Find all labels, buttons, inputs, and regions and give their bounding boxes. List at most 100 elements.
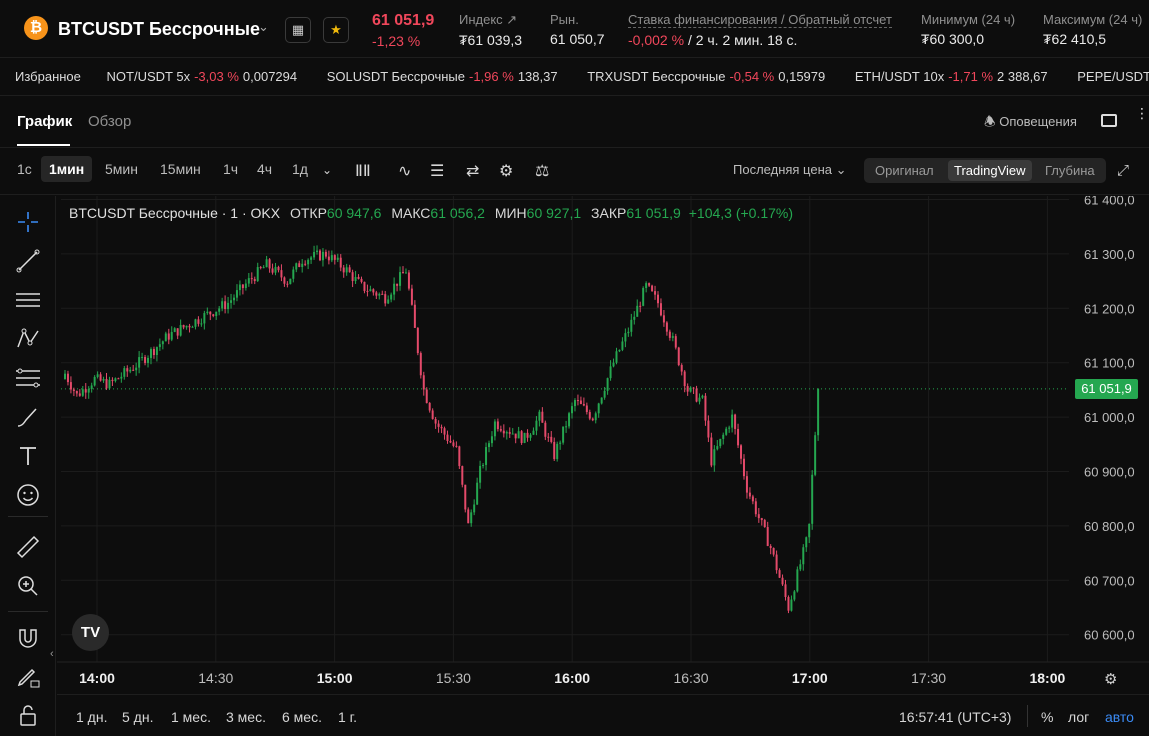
candle-body: [517, 431, 520, 439]
candle-body: [283, 277, 286, 284]
trendline-icon[interactable]: [14, 247, 42, 275]
indicators-icon[interactable]: ∿: [398, 161, 411, 181]
candle-body: [90, 385, 93, 389]
view-tradingview[interactable]: TradingView: [948, 160, 1032, 181]
index-stat: Индекс ↗ ₮61 039,3: [459, 12, 522, 48]
timeframe-1m[interactable]: 1мин: [41, 156, 93, 182]
candle-body: [404, 272, 407, 274]
pencil-lock-icon[interactable]: [14, 663, 42, 691]
ruler-icon[interactable]: [14, 533, 42, 561]
candle-body: [710, 437, 713, 466]
candle-body: [719, 438, 722, 447]
fib-icon[interactable]: [14, 364, 42, 392]
timeframe-5m[interactable]: 5мин: [105, 161, 138, 177]
chevron-down-icon[interactable]: ⌄: [322, 163, 332, 177]
crosshair-icon[interactable]: [14, 208, 42, 236]
candle-body: [407, 272, 410, 289]
more-icon[interactable]: ⋮: [1135, 106, 1149, 120]
chart-area[interactable]: 61 400,0 61 300,0 61 200,0 61 100,0 61 000,0…: [57, 196, 1149, 736]
auto-toggle[interactable]: авто: [1105, 709, 1134, 725]
candle-body: [369, 289, 372, 292]
settings-icon[interactable]: ⚙: [1104, 670, 1117, 688]
candle-body: [808, 523, 811, 538]
candle-body: [182, 325, 185, 328]
book-icon[interactable]: ▦: [285, 17, 311, 43]
candle-body: [114, 378, 117, 382]
zoom-in-icon[interactable]: [14, 572, 42, 600]
candle-body: [490, 436, 493, 444]
candle-body: [600, 397, 603, 404]
ticker-item[interactable]: TRXUSDT Бессрочные -0,54 % 0,15979: [587, 69, 829, 84]
favorites-label[interactable]: Избранное: [15, 69, 81, 84]
candle-body: [212, 314, 215, 317]
star-icon[interactable]: ★: [323, 17, 349, 43]
candle-body: [482, 464, 485, 466]
range-3m[interactable]: 3 мес.: [226, 709, 266, 725]
external-link-icon[interactable]: ↗: [506, 12, 517, 27]
range-1m[interactable]: 1 мес.: [171, 709, 211, 725]
text-icon[interactable]: [14, 442, 42, 470]
candle-body: [654, 291, 657, 295]
candle-body: [704, 395, 707, 421]
view-original[interactable]: Оригинал: [875, 163, 934, 178]
alerts-button[interactable]: 🕭 Оповещения: [984, 113, 1077, 135]
template-icon[interactable]: ⇄: [466, 161, 479, 181]
candle-body: [588, 412, 591, 419]
tradingview-logo[interactable]: TV: [72, 614, 109, 651]
log-toggle[interactable]: лог: [1068, 709, 1089, 725]
timeframe-4h[interactable]: 4ч: [257, 161, 272, 177]
brush-icon[interactable]: [14, 403, 42, 431]
market-label: Рын.: [550, 12, 579, 27]
candle-body: [665, 322, 668, 332]
candle-body: [357, 276, 360, 279]
candle-body: [627, 331, 630, 334]
scales-icon[interactable]: ⚖: [535, 161, 549, 181]
gear-icon[interactable]: ⚙: [499, 161, 513, 181]
candle-body: [185, 325, 188, 328]
range-6m[interactable]: 6 мес.: [282, 709, 322, 725]
ticker-item[interactable]: NOT/USDT 5x -3,03 % 0,007294: [107, 69, 302, 84]
horizontal-lines-icon[interactable]: [14, 286, 42, 314]
candle-body: [372, 289, 375, 293]
ticker-item[interactable]: SOLUSDT Бессрочные -1,96 % 138,37: [327, 69, 562, 84]
magnet-icon[interactable]: [14, 624, 42, 652]
range-1d[interactable]: 1 дн.: [76, 709, 107, 725]
timeframe-1h[interactable]: 1ч: [223, 161, 238, 177]
chevron-down-icon[interactable]: ⌄: [258, 19, 269, 35]
layout-icon[interactable]: ☰: [430, 161, 444, 181]
collapse-icon[interactable]: ‹: [50, 648, 54, 660]
candle-body: [597, 403, 600, 414]
candle-body: [253, 279, 256, 282]
candle-body: [428, 402, 431, 411]
emoji-icon[interactable]: [14, 481, 42, 509]
view-depth[interactable]: Глубина: [1045, 163, 1095, 178]
candle-body: [393, 283, 396, 295]
candle-body: [659, 303, 662, 316]
lock-icon[interactable]: [14, 702, 42, 730]
timeframe-1d[interactable]: 1д: [292, 161, 308, 177]
candle-body: [559, 442, 562, 444]
candle-body: [701, 395, 704, 398]
candle-body: [419, 353, 422, 376]
candle-body: [680, 365, 683, 372]
candles-icon[interactable]: ⅡⅡ: [355, 161, 371, 181]
fullscreen-icon[interactable]: ⤢: [1117, 162, 1129, 179]
timeframe-15m[interactable]: 15мин: [160, 161, 201, 177]
tab-overview[interactable]: Обзор: [88, 113, 131, 130]
pair-title[interactable]: BTCUSDT Бессрочные: [58, 19, 260, 40]
range-1y[interactable]: 1 г.: [338, 709, 357, 725]
ticker-item[interactable]: ETH/USDT 10x -1,71 % 2 388,67: [855, 69, 1052, 84]
candle-body: [728, 427, 731, 429]
window-icon[interactable]: [1101, 114, 1117, 127]
funding-stat[interactable]: Ставка финансирования / Обратный отсчет …: [628, 12, 892, 48]
range-5d[interactable]: 5 дн.: [122, 709, 153, 725]
ticker-item[interactable]: PEPE/USDT 5x: [1077, 69, 1149, 84]
clock[interactable]: 16:57:41 (UTC+3): [899, 709, 1011, 725]
percent-toggle[interactable]: %: [1041, 709, 1053, 725]
funding-label: Ставка финансирования / Обратный отсчет: [628, 12, 892, 28]
timeframe-1s[interactable]: 1с: [17, 161, 32, 177]
tab-chart[interactable]: График: [17, 113, 72, 130]
price-chart[interactable]: 61 400,0 61 300,0 61 200,0 61 100,0 61 000,0…: [57, 196, 1149, 694]
pattern-icon[interactable]: [14, 325, 42, 353]
price-type-select[interactable]: Последняя цена ⌄: [733, 162, 847, 178]
